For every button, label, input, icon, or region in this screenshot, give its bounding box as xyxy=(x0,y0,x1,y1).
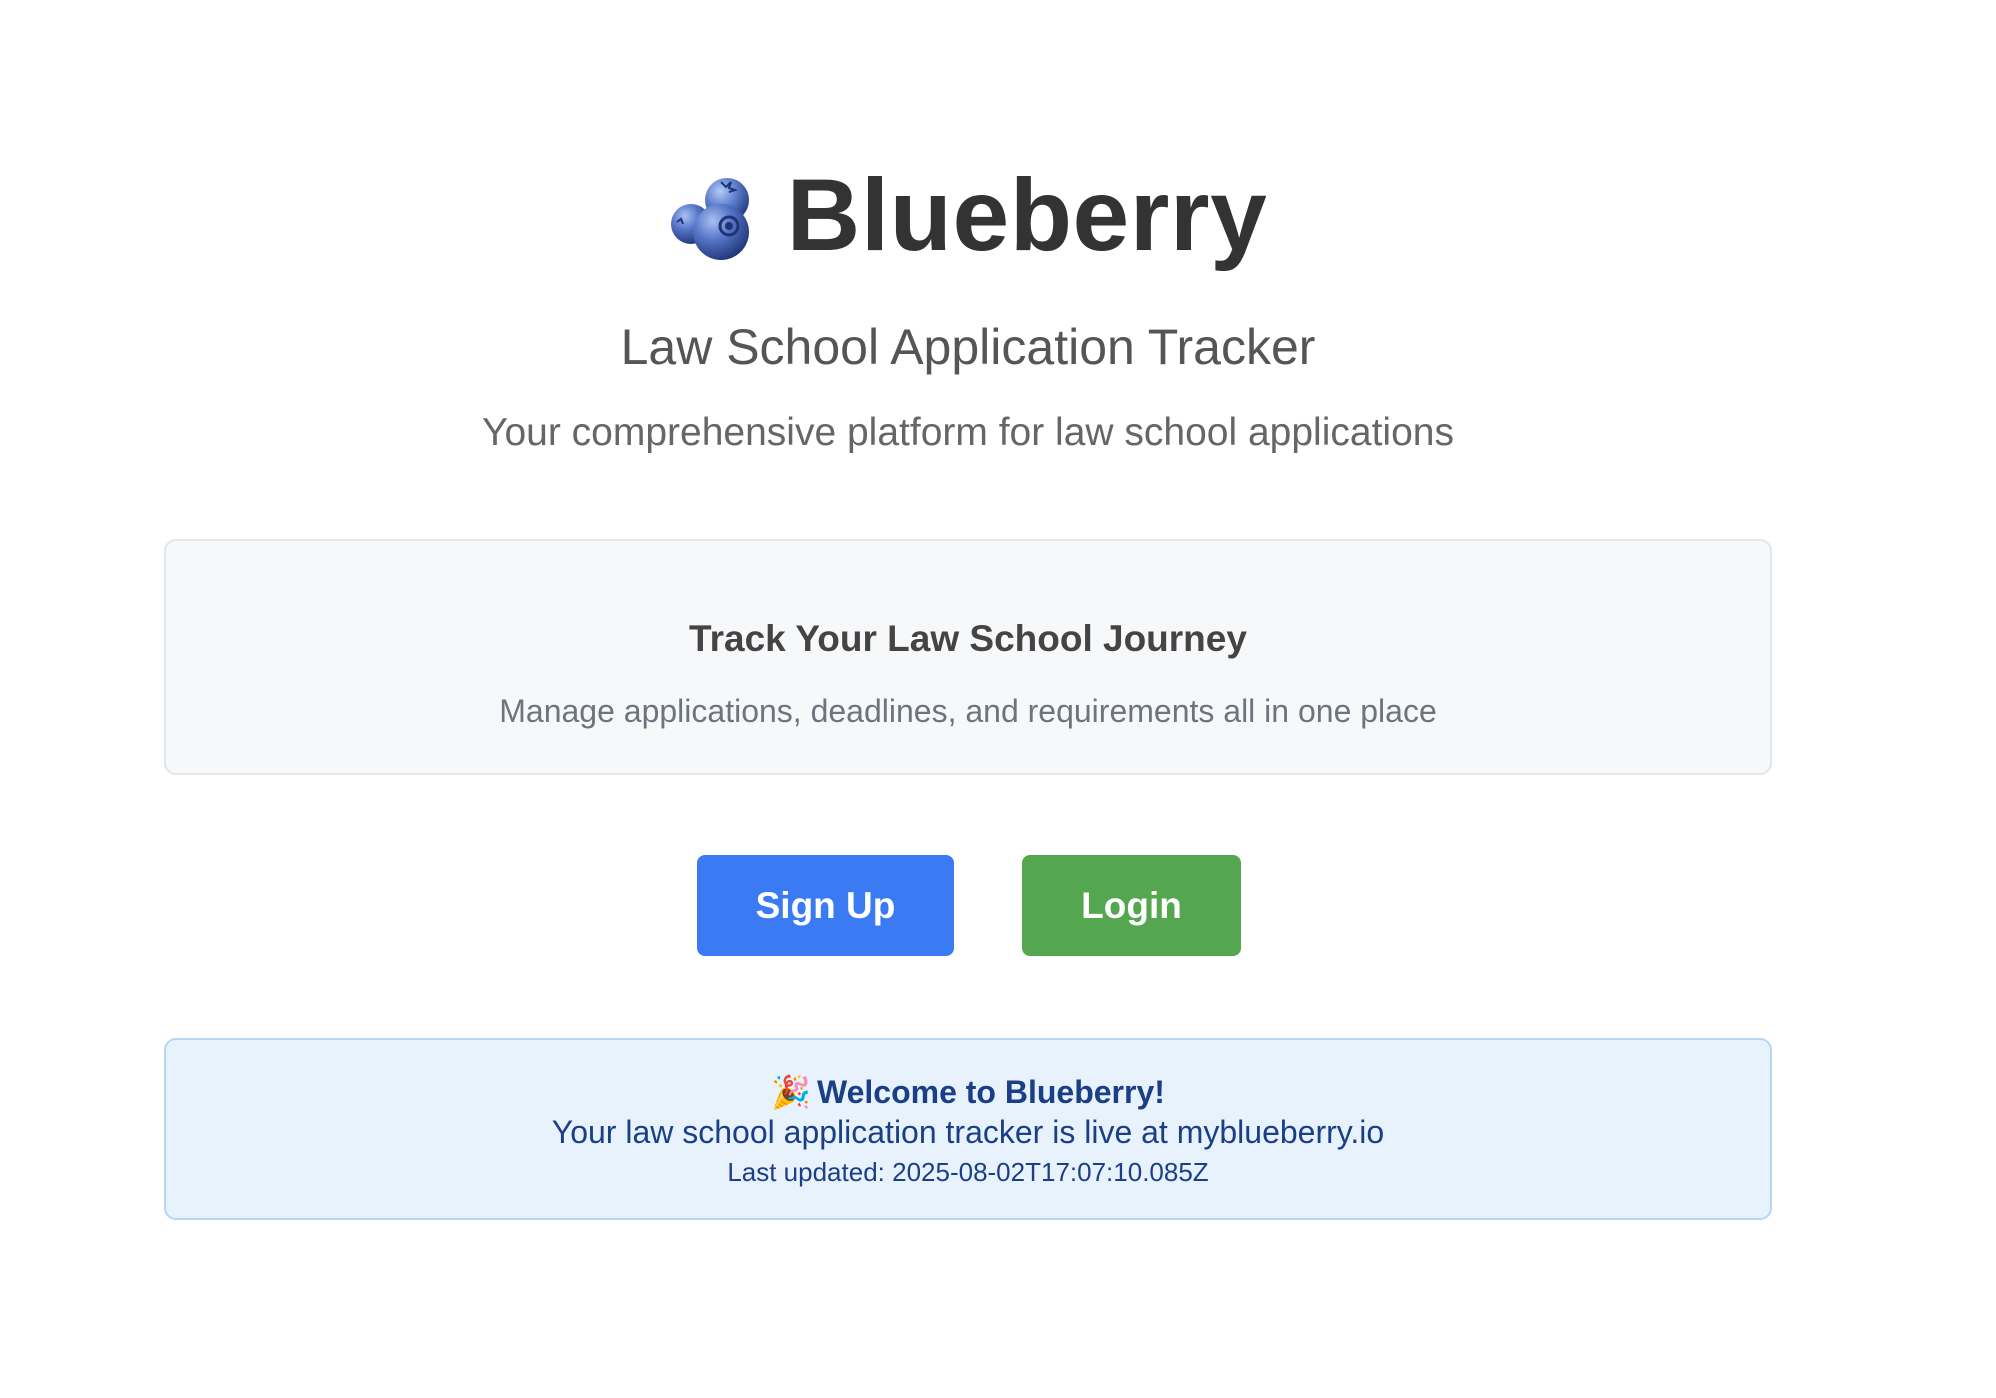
welcome-message: Your law school application tracker is l… xyxy=(551,1114,1385,1150)
brand-header: Blueberry xyxy=(164,150,1772,280)
welcome-title-row: 🎉 Welcome to Blueberry! xyxy=(166,1072,1770,1112)
landing-page: Blueberry Law School Application Tracker… xyxy=(0,0,1996,1398)
last-updated-text: Last updated: 2025-08-02T17:07:10.085Z xyxy=(727,1157,1209,1187)
feature-heading: Track Your Law School Journey xyxy=(689,618,1247,659)
welcome-title: Welcome to Blueberry! xyxy=(816,1074,1165,1110)
page-subtitle: Law School Application Tracker xyxy=(620,319,1316,375)
blueberry-icon xyxy=(670,178,749,260)
page-tagline: Your comprehensive platform for law scho… xyxy=(482,411,1454,454)
login-button[interactable]: Login xyxy=(1022,855,1241,956)
feature-description: Manage applications, deadlines, and requ… xyxy=(499,693,1437,729)
party-popper-icon: 🎉 xyxy=(771,1074,811,1110)
sign-up-button[interactable]: Sign Up xyxy=(697,855,954,956)
welcome-banner: 🎉 Welcome to Blueberry! Your law school a… xyxy=(164,1038,1772,1220)
feature-card: Track Your Law School Journey Manage app… xyxy=(164,539,1772,775)
brand-title: Blueberry xyxy=(786,158,1268,272)
